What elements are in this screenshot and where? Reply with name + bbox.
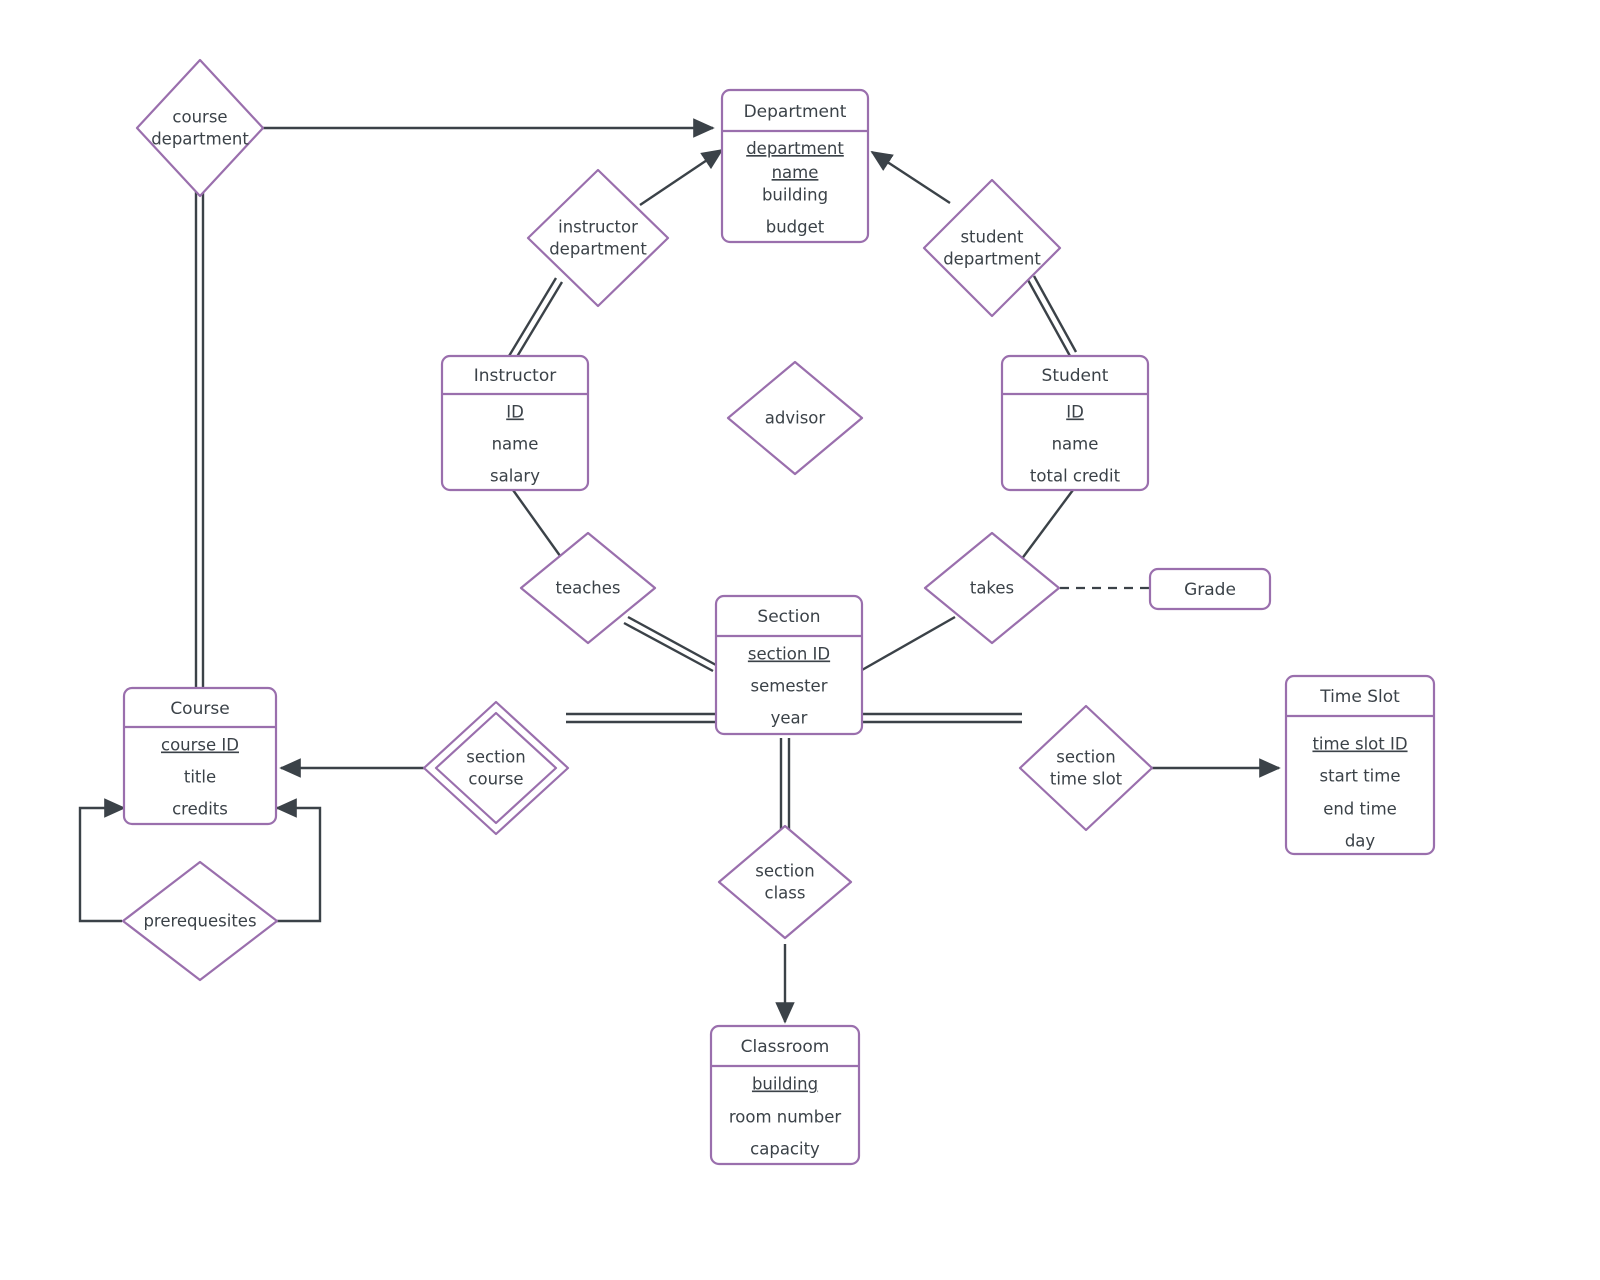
connector-group bbox=[78, 118, 1281, 1024]
entity-student-attr-0: ID bbox=[1066, 403, 1084, 422]
entity-section-attr-1: semester bbox=[751, 677, 828, 696]
relationship-section-class-label-2: class bbox=[765, 884, 806, 903]
link-teaches-to-section-b bbox=[623, 621, 714, 673]
entity-grade[interactable]: Grade bbox=[1148, 567, 1272, 611]
er-diagram-svg: Department department name building budge… bbox=[78, 58, 1436, 1166]
entity-department-attr-1: building bbox=[762, 186, 828, 205]
relationship-section-course-label-1: section bbox=[466, 748, 525, 767]
link-instructor-to-teaches bbox=[512, 489, 564, 561]
entity-student-attr-2: total credit bbox=[1030, 467, 1121, 486]
entity-instructor[interactable]: Instructor ID name salary bbox=[440, 354, 590, 492]
link-instructor-department-to-instructor-b bbox=[513, 281, 564, 361]
entity-time-slot-attr-0: time slot ID bbox=[1312, 735, 1407, 754]
relationship-prerequesites-label-1: prerequesites bbox=[143, 912, 256, 931]
relationship-course-department-label-2: department bbox=[151, 130, 249, 149]
relationship-teaches[interactable]: teaches bbox=[519, 531, 657, 645]
relationship-section-time-slot-label-2: time slot bbox=[1050, 770, 1123, 789]
relationship-section-class-label-1: section bbox=[755, 862, 814, 881]
relationship-section-time-slot-label-1: section bbox=[1056, 748, 1115, 767]
entity-time-slot-title: Time Slot bbox=[1319, 687, 1400, 707]
entity-time-slot-attr-1: start time bbox=[1320, 767, 1401, 786]
entity-course-attr-0: course ID bbox=[161, 736, 239, 755]
entity-grade-title: Grade bbox=[1184, 580, 1236, 600]
entity-department-attr-2: budget bbox=[766, 218, 825, 237]
entity-section-attr-0: section ID bbox=[748, 645, 830, 664]
entity-instructor-attr-2: salary bbox=[490, 467, 540, 486]
entity-student-attr-1: name bbox=[1052, 435, 1099, 454]
entity-student[interactable]: Student ID name total credit bbox=[1000, 354, 1150, 492]
relationship-takes[interactable]: takes bbox=[923, 531, 1061, 645]
relationship-course-department[interactable]: course department bbox=[135, 58, 265, 198]
entity-classroom-attr-1: room number bbox=[729, 1108, 842, 1127]
entity-time-slot-attr-2: end time bbox=[1323, 800, 1397, 819]
entity-classroom-attr-0: building bbox=[752, 1075, 818, 1094]
entity-section[interactable]: Section section ID semester year bbox=[714, 594, 864, 736]
link-prerequesites-to-course-left bbox=[78, 798, 126, 923]
link-instructor-department-to-department bbox=[639, 148, 724, 206]
relationship-takes-label-1: takes bbox=[970, 579, 1014, 598]
entity-instructor-title: Instructor bbox=[474, 366, 556, 386]
er-diagram-canvas: Department department name building budge… bbox=[0, 0, 1600, 1280]
relationship-instructor-department-label-2: department bbox=[549, 240, 647, 259]
entity-time-slot-attr-3: day bbox=[1345, 832, 1376, 851]
relationship-instructor-department[interactable]: instructor department bbox=[526, 168, 670, 308]
link-teaches-to-section-a bbox=[627, 615, 717, 667]
relationship-section-time-slot[interactable]: section time slot bbox=[1018, 704, 1154, 832]
entity-instructor-attr-1: name bbox=[492, 435, 539, 454]
entity-classroom-title: Classroom bbox=[741, 1037, 830, 1057]
entity-department-title: Department bbox=[744, 102, 847, 122]
relationship-instructor-department-label-1: instructor bbox=[558, 218, 638, 237]
relationship-advisor-label-1: advisor bbox=[765, 409, 826, 428]
relationship-prerequesites[interactable]: prerequesites bbox=[121, 860, 279, 982]
link-instructor-department-to-instructor-a bbox=[507, 277, 558, 357]
link-prerequesites-to-course-right bbox=[275, 798, 322, 923]
relationship-student-department-label-1: student bbox=[960, 228, 1024, 247]
entity-classroom[interactable]: Classroom building room number capacity bbox=[709, 1024, 861, 1166]
entity-section-attr-2: year bbox=[771, 709, 808, 728]
link-student-department-to-student-a bbox=[1026, 279, 1072, 357]
entity-student-title: Student bbox=[1042, 366, 1109, 386]
relationship-section-class[interactable]: section class bbox=[717, 824, 853, 940]
relationship-advisor[interactable]: advisor bbox=[726, 360, 864, 476]
relationship-section-course[interactable]: section course bbox=[422, 700, 570, 836]
entity-course-attr-1: title bbox=[184, 768, 216, 787]
entity-course-attr-2: credits bbox=[172, 800, 228, 819]
relationship-student-department-label-2: department bbox=[943, 250, 1041, 269]
entity-classroom-attr-2: capacity bbox=[750, 1140, 820, 1159]
entity-course-title: Course bbox=[170, 699, 229, 719]
link-student-department-to-department bbox=[870, 150, 951, 205]
relationship-course-department-label-1: course bbox=[172, 108, 227, 127]
entity-instructor-attr-0: ID bbox=[506, 403, 524, 422]
entity-section-title: Section bbox=[757, 607, 820, 627]
entity-time-slot[interactable]: Time Slot time slot ID start time end ti… bbox=[1284, 674, 1436, 856]
entity-course[interactable]: Course course ID title credits bbox=[122, 686, 278, 826]
link-student-to-takes bbox=[1020, 489, 1074, 561]
entity-department[interactable]: Department department name building budge… bbox=[720, 88, 870, 244]
link-takes-to-section bbox=[861, 615, 956, 672]
relationship-section-course-label-2: course bbox=[468, 770, 523, 789]
link-student-department-to-student-b bbox=[1032, 275, 1078, 353]
relationship-teaches-label-1: teaches bbox=[555, 579, 620, 598]
